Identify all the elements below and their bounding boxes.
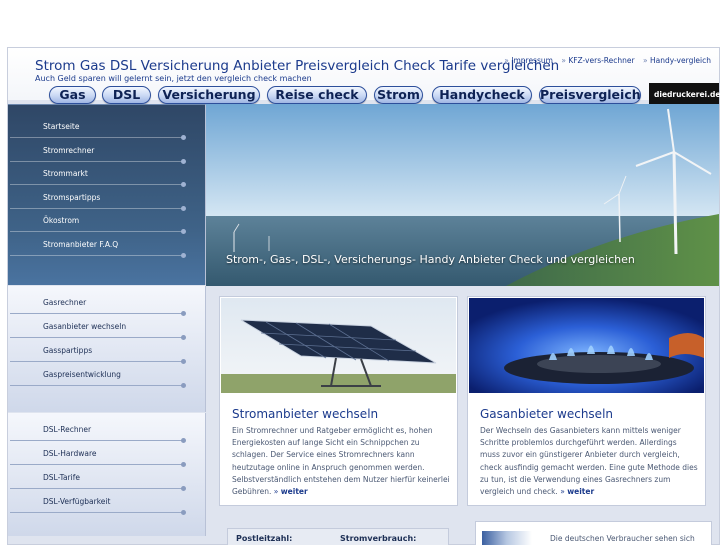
card-text: Ein Stromrechner und Ratgeber ermöglicht… — [232, 425, 450, 498]
link-kfz-rechner[interactable]: KFZ-vers-Rechner — [561, 56, 634, 65]
bottom-promo: Die deutschen Verbraucher sehen sich — [475, 521, 712, 545]
gas-flame-image — [469, 298, 704, 393]
tab-handycheck[interactable]: Handycheck — [432, 86, 532, 104]
ad-label: diedruckerei.de — [654, 89, 721, 99]
top-links: Impressum KFZ-vers-Rechner Handy-verglei… — [498, 56, 711, 65]
nav-label: Gaspreisentwicklung — [43, 370, 121, 379]
link-impressum[interactable]: Impressum — [504, 56, 553, 65]
nav-label: Gasspartipps — [43, 346, 93, 355]
nav-item-dsl-rechner[interactable]: DSL-Rechner — [10, 418, 186, 443]
promo-text: Die deutschen Verbraucher sehen sich — [550, 534, 695, 543]
nav-item-gasspartipps[interactable]: Gasspartipps — [10, 339, 186, 364]
nav-label: Stromanbieter F.A.Q — [43, 240, 119, 249]
solar-panel-image — [221, 298, 456, 393]
card-text: Der Wechseln des Gasanbieters kann mitte… — [480, 425, 698, 498]
card-body: Ein Stromrechner und Ratgeber ermöglicht… — [232, 426, 450, 497]
more-link[interactable]: weiter — [274, 487, 308, 496]
nav-item-dsl-tarife[interactable]: DSL-Tarife — [10, 466, 186, 491]
link-handy-vergleich[interactable]: Handy-vergleich — [643, 56, 711, 65]
card-title: Gasanbieter wechseln — [480, 407, 614, 421]
bullet-dot-icon — [181, 253, 186, 258]
nav-label: Gasrechner — [43, 298, 87, 307]
nav-item-gasanbieter-wechseln[interactable]: Gasanbieter wechseln — [10, 315, 186, 340]
nav-item-strommarkt[interactable]: Strommarkt — [10, 162, 186, 187]
nav-item-dsl-hardware[interactable]: DSL-Hardware — [10, 442, 186, 467]
nav-item-gasrechner[interactable]: Gasrechner — [10, 291, 186, 316]
site-subtitle: Auch Geld sparen will gelernt sein, jetz… — [35, 74, 312, 83]
nav-label: DSL-Verfügbarkeit — [43, 497, 111, 506]
nav-dsl: DSL-Rechner DSL-Hardware DSL-Tarife DSL-… — [8, 413, 206, 536]
nav-item-startseite[interactable]: Startseite — [10, 115, 186, 140]
site-title: Strom Gas DSL Versicherung Anbieter Prei… — [35, 58, 560, 74]
nav-label: DSL-Tarife — [43, 473, 80, 482]
nav-label: Stromrechner — [43, 146, 95, 155]
card-gasanbieter: Gasanbieter wechseln Der Wechseln des Ga… — [467, 296, 706, 506]
tab-reise-check[interactable]: Reise check — [267, 86, 367, 104]
bullet-dot-icon — [181, 510, 186, 515]
nav-item-oekostrom[interactable]: Ökostrom — [10, 209, 186, 234]
tab-versicherung[interactable]: Versicherung — [158, 86, 260, 104]
promo-thumbnail — [482, 531, 532, 545]
bullet-dot-icon — [181, 383, 186, 388]
strom-calculator-header: Postleitzahl: Stromverbrauch: — [227, 528, 449, 545]
hero-tagline: Strom-, Gas-, DSL-, Versicherungs- Handy… — [226, 253, 635, 266]
hero-banner: Strom-, Gas-, DSL-, Versicherungs- Handy… — [206, 104, 719, 286]
more-link[interactable]: weiter — [560, 487, 594, 496]
tab-preisvergleich[interactable]: Preisvergleich — [539, 86, 641, 104]
tab-strom[interactable]: Strom — [374, 86, 423, 104]
tab-gas[interactable]: Gas — [49, 86, 96, 104]
consumption-label: Stromverbrauch: — [340, 534, 417, 543]
nav-item-stromspartipps[interactable]: Stromspartipps — [10, 186, 186, 211]
nav-gas: Gasrechner Gasanbieter wechseln Gasspart… — [8, 286, 206, 412]
nav-label: Stromspartipps — [43, 193, 101, 202]
nav-item-dsl-verfuegbarkeit[interactable]: DSL-Verfügbarkeit — [10, 490, 186, 515]
diedruckerei-logo[interactable]: diedruckerei.de — [649, 83, 721, 105]
card-title: Stromanbieter wechseln — [232, 407, 379, 421]
nav-item-stromrechner[interactable]: Stromrechner — [10, 139, 186, 164]
nav-label: Strommarkt — [43, 169, 88, 178]
nav-label: Gasanbieter wechseln — [43, 322, 127, 331]
page-frame: Strom Gas DSL Versicherung Anbieter Prei… — [7, 47, 720, 545]
nav-label: DSL-Hardware — [43, 449, 97, 458]
nav-label: Ökostrom — [43, 216, 80, 225]
nav-label: DSL-Rechner — [43, 425, 92, 434]
nav-label: Startseite — [43, 122, 80, 131]
card-stromanbieter: Stromanbieter wechseln Ein Stromrechner … — [219, 296, 458, 506]
postcode-label: Postleitzahl: — [236, 534, 293, 543]
nav-strom: Startseite Stromrechner Strommarkt Strom… — [8, 104, 206, 285]
card-body: Der Wechseln des Gasanbieters kann mitte… — [480, 426, 698, 497]
nav-item-gaspreisentwicklung[interactable]: Gaspreisentwicklung — [10, 363, 186, 388]
nav-item-stromanbieter-faq[interactable]: Stromanbieter F.A.Q — [10, 233, 186, 258]
tab-dsl[interactable]: DSL — [102, 86, 151, 104]
